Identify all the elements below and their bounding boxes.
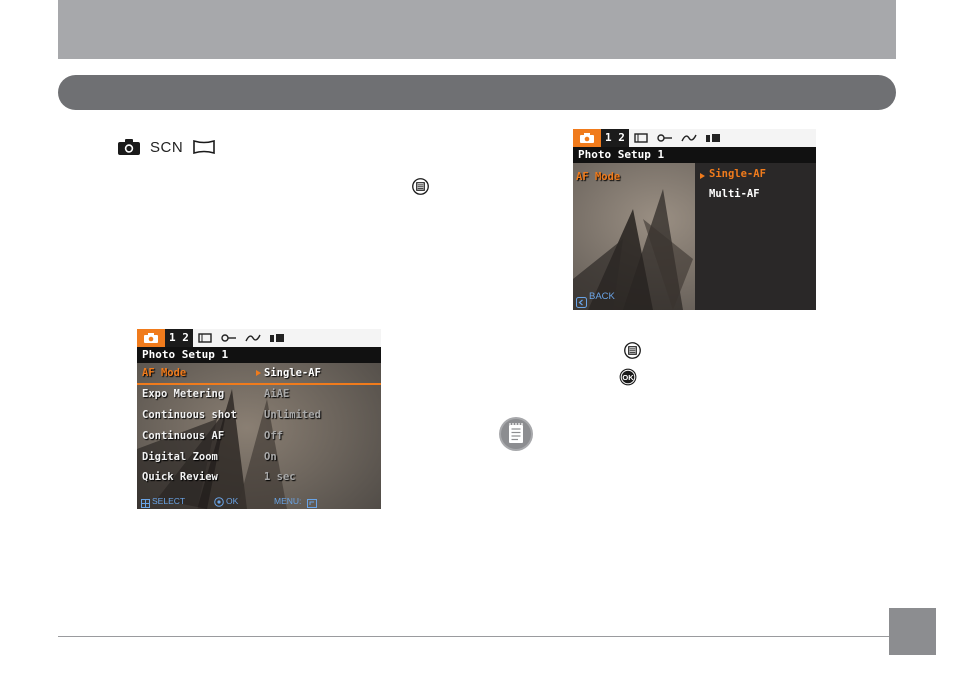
tab-print[interactable] bbox=[265, 329, 289, 347]
menu-button-icon bbox=[624, 342, 641, 359]
note-icon bbox=[499, 417, 533, 451]
mode-icons-row: SCN bbox=[118, 138, 215, 156]
menu-row-continuous-af[interactable]: Continuous AF Off bbox=[137, 426, 381, 446]
back-icon bbox=[576, 293, 587, 310]
scn-label: SCN bbox=[150, 138, 184, 156]
option-single-af[interactable]: Single-AF bbox=[709, 168, 766, 180]
camera-screen-af-mode: 1 2 Photo Setup 1 AF Mode Single-AF Mult… bbox=[573, 129, 816, 310]
options-panel bbox=[695, 163, 816, 310]
menu-title: Photo Setup 1 bbox=[573, 147, 816, 163]
wave-icon bbox=[245, 334, 261, 342]
svg-text:OK: OK bbox=[622, 373, 634, 382]
row-value: Unlimited bbox=[264, 409, 321, 421]
section-title-bar bbox=[58, 75, 896, 110]
wave-icon bbox=[681, 134, 697, 142]
row-value: AiAE bbox=[264, 388, 290, 400]
tab-film[interactable] bbox=[629, 129, 653, 147]
menu-title: Photo Setup 1 bbox=[137, 347, 381, 363]
selection-arrow-icon bbox=[256, 370, 261, 376]
tab-connect[interactable] bbox=[241, 329, 265, 347]
option-multi-af[interactable]: Multi-AF bbox=[709, 188, 760, 200]
row-value: Off bbox=[264, 430, 283, 442]
row-label: Digital Zoom bbox=[142, 451, 218, 463]
tab-page-indicator[interactable]: 1 2 bbox=[601, 129, 629, 147]
ok-button-icon: OK bbox=[619, 368, 637, 386]
camera-icon bbox=[144, 333, 158, 343]
wrench-icon bbox=[221, 334, 236, 342]
menu-row-quick-review[interactable]: Quick Review 1 sec bbox=[137, 467, 381, 487]
tab-bar: 1 2 bbox=[137, 329, 381, 347]
row-label: Continuous shot bbox=[142, 409, 237, 421]
row-value: 1 sec bbox=[264, 471, 296, 483]
row-label: Continuous AF bbox=[142, 430, 225, 442]
tab-setup[interactable] bbox=[217, 329, 241, 347]
print-icon bbox=[269, 334, 284, 342]
camera-icon bbox=[118, 139, 140, 155]
camera-icon bbox=[580, 133, 594, 143]
footer-ok-label: OK bbox=[226, 496, 239, 506]
af-mode-label: AF Mode bbox=[576, 171, 621, 183]
tab-connect[interactable] bbox=[677, 129, 701, 147]
tab-setup[interactable] bbox=[653, 129, 677, 147]
tab-page-indicator[interactable]: 1 2 bbox=[165, 329, 193, 347]
ok-small-icon bbox=[214, 496, 224, 509]
panorama-icon bbox=[193, 140, 215, 154]
page-number-box bbox=[889, 608, 936, 655]
row-value: Single-AF bbox=[264, 367, 321, 379]
row-label: AF Mode bbox=[142, 367, 187, 379]
menu-row-expo-metering[interactable]: Expo Metering AiAE bbox=[137, 384, 381, 404]
tab-camera[interactable] bbox=[137, 329, 165, 347]
menu-row-continuous-shot[interactable]: Continuous shot Unlimited bbox=[137, 405, 381, 425]
menu-row-af-mode[interactable]: AF Mode Single-AF bbox=[137, 363, 381, 385]
footer-menu-label: MENU: bbox=[274, 496, 302, 506]
camera-screen-photo-setup: 1 2 Photo Setup 1 AF Mode Single-AF Expo… bbox=[137, 329, 381, 509]
return-icon bbox=[307, 497, 317, 509]
footer-rule bbox=[58, 636, 895, 637]
selection-arrow-icon bbox=[700, 173, 705, 179]
wrench-icon bbox=[657, 134, 672, 142]
back-label[interactable]: BACK bbox=[589, 291, 615, 302]
tab-camera[interactable] bbox=[573, 129, 601, 147]
film-icon bbox=[198, 333, 212, 343]
row-value: On bbox=[264, 451, 277, 463]
film-icon bbox=[634, 133, 648, 143]
header-band bbox=[58, 0, 896, 59]
menu-button-icon bbox=[412, 178, 429, 195]
footer-select-label: SELECT bbox=[152, 496, 186, 506]
tab-film[interactable] bbox=[193, 329, 217, 347]
row-label: Expo Metering bbox=[142, 388, 225, 400]
tab-print[interactable] bbox=[701, 129, 725, 147]
row-label: Quick Review bbox=[142, 471, 218, 483]
print-icon bbox=[705, 134, 720, 142]
screen-footer: SELECT OK MENU: bbox=[137, 493, 381, 509]
menu-row-digital-zoom[interactable]: Digital Zoom On bbox=[137, 447, 381, 467]
tab-bar: 1 2 bbox=[573, 129, 816, 147]
dpad-icon bbox=[141, 497, 150, 509]
